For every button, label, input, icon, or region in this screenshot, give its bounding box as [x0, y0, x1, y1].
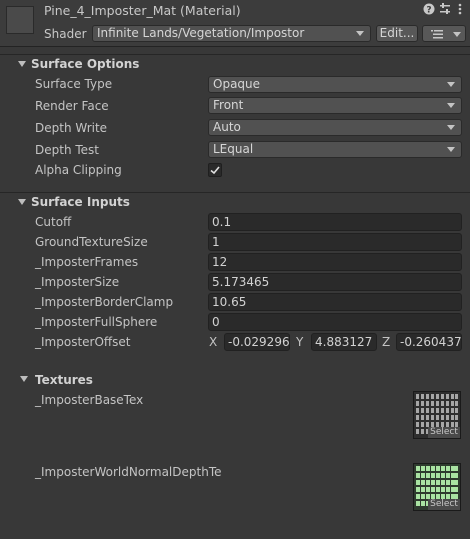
offset-y-label: Y: [296, 335, 304, 349]
chevron-down-icon: [447, 147, 455, 152]
ground-texture-size-label: GroundTextureSize: [35, 235, 148, 249]
imposter-border-clamp-label: _ImposterBorderClamp: [35, 295, 174, 309]
offset-y-field[interactable]: 4.883127: [311, 333, 377, 351]
offset-x-field[interactable]: -0.029296: [224, 333, 290, 351]
chevron-down-icon: [447, 82, 455, 87]
depth-write-dropdown[interactable]: Auto: [208, 119, 462, 136]
shader-options-button[interactable]: [422, 25, 466, 42]
help-icon[interactable]: ?: [423, 3, 435, 16]
offset-x-label: X: [209, 335, 218, 349]
select-texture-button[interactable]: Select: [428, 499, 460, 510]
imposter-full-sphere-label: _ImposterFullSphere: [35, 315, 158, 329]
list-icon: [431, 30, 443, 39]
alpha-clipping-label: Alpha Clipping: [35, 163, 122, 177]
depth-test-value: LEqual: [213, 142, 254, 156]
checkmark-icon: [210, 166, 220, 175]
imposter-size-label: _ImposterSize: [35, 275, 120, 289]
ground-texture-size-field[interactable]: 1: [208, 233, 462, 251]
section-title: Surface Options: [31, 57, 140, 71]
shader-dropdown[interactable]: Infinite Lands/Vegetation/Impostor: [92, 25, 371, 42]
chevron-down-icon: [447, 103, 455, 108]
section-title: Textures: [35, 373, 93, 387]
imposter-normal-depth-tex-label: _ImposterWorldNormalDepthTe: [35, 465, 222, 479]
section-surface-options[interactable]: Surface Options: [0, 54, 470, 74]
surface-type-label: Surface Type: [35, 77, 113, 91]
settings-sliders-icon[interactable]: [439, 3, 451, 15]
imposter-full-sphere-field[interactable]: 0: [208, 313, 462, 331]
section-title: Surface Inputs: [31, 195, 130, 209]
render-face-dropdown[interactable]: Front: [208, 97, 462, 114]
imposter-base-tex-thumbnail[interactable]: Select: [413, 391, 461, 439]
imposter-normal-depth-tex-thumbnail[interactable]: Select: [413, 463, 461, 511]
chevron-down-icon: [356, 31, 364, 36]
foldout-arrow-icon[interactable]: [20, 376, 28, 382]
imposter-frames-field[interactable]: 12: [208, 253, 462, 271]
section-textures[interactable]: Textures: [0, 370, 470, 390]
section-surface-inputs[interactable]: Surface Inputs: [0, 192, 470, 212]
shader-label: Shader: [44, 27, 87, 41]
offset-z-label: Z: [382, 335, 391, 349]
cutoff-field[interactable]: 0.1: [208, 213, 462, 231]
chevron-down-icon: [447, 125, 455, 130]
svg-text:?: ?: [426, 6, 431, 16]
foldout-arrow-icon[interactable]: [18, 199, 26, 205]
alpha-clipping-checkbox[interactable]: [208, 163, 222, 177]
depth-write-label: Depth Write: [35, 121, 108, 135]
depth-write-value: Auto: [213, 120, 241, 134]
imposter-offset-label: _ImposterOffset: [35, 335, 131, 349]
imposter-frames-label: _ImposterFrames: [35, 255, 139, 269]
material-thumbnail: [6, 6, 34, 34]
surface-type-dropdown[interactable]: Opaque: [208, 76, 462, 93]
inspector-header: Pine_4_Imposter_Mat (Material) ? Shader …: [0, 0, 470, 47]
edit-shader-button[interactable]: Edit...: [376, 25, 418, 42]
foldout-arrow-icon[interactable]: [18, 61, 26, 67]
imposter-border-clamp-field[interactable]: 10.65: [208, 293, 462, 311]
material-title: Pine_4_Imposter_Mat (Material): [44, 3, 241, 18]
cutoff-label: Cutoff: [35, 215, 72, 229]
select-texture-button[interactable]: Select: [428, 427, 460, 438]
depth-test-dropdown[interactable]: LEqual: [208, 141, 462, 158]
offset-z-field[interactable]: -0.260437: [396, 333, 462, 351]
render-face-value: Front: [213, 98, 244, 112]
chevron-down-icon: [453, 32, 461, 37]
imposter-base-tex-label: _ImposterBaseTex: [35, 393, 144, 407]
surface-type-value: Opaque: [213, 77, 261, 91]
imposter-size-field[interactable]: 5.173465: [208, 273, 462, 291]
shader-value: Infinite Lands/Vegetation/Impostor: [97, 26, 305, 40]
depth-test-label: Depth Test: [35, 143, 99, 157]
more-icon[interactable]: [454, 3, 466, 15]
render-face-label: Render Face: [35, 99, 109, 113]
